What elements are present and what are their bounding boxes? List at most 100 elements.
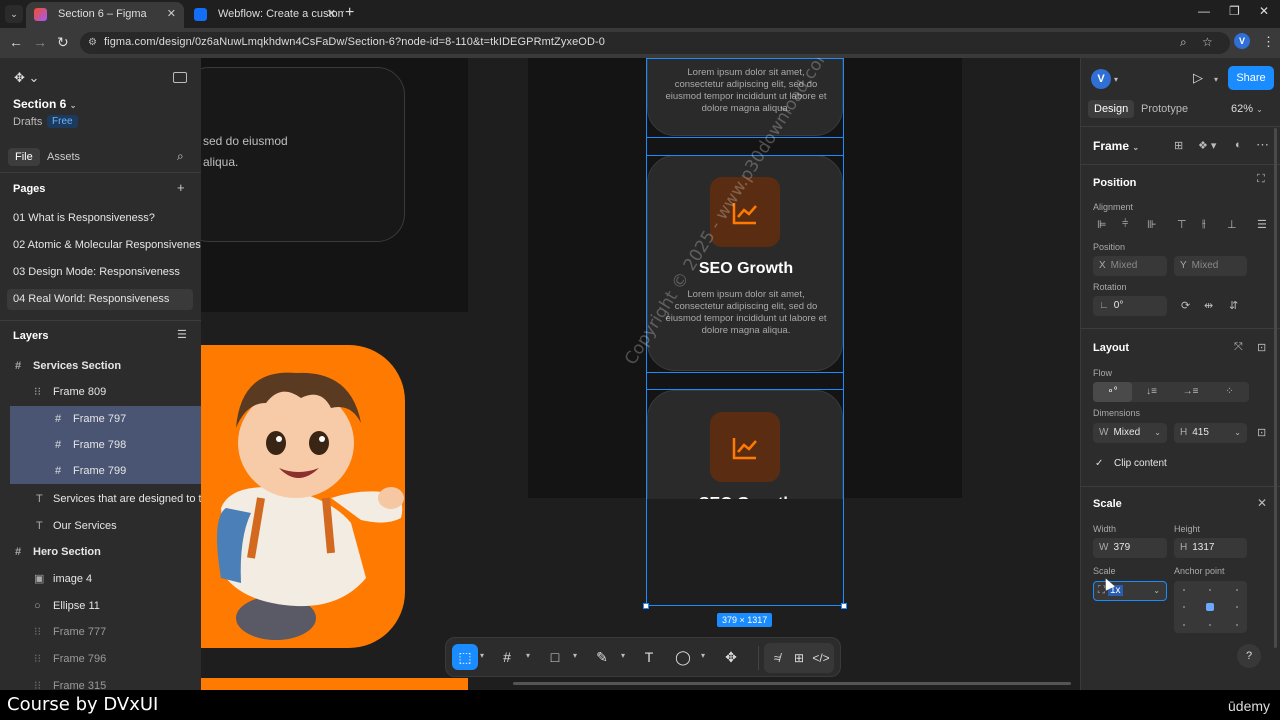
anchor-dot[interactable]: [1183, 606, 1185, 608]
layer-row[interactable]: # Services Section: [0, 353, 201, 379]
tab-figma[interactable]: Section 6 – Figma ✕: [26, 2, 184, 28]
toggle-sidebar-icon[interactable]: [173, 72, 187, 83]
layers-list-icon[interactable]: ☰: [177, 328, 187, 341]
dev-mode-icon[interactable]: </>: [810, 645, 832, 671]
clip-content-checkbox[interactable]: ✓: [1095, 458, 1107, 470]
close-tab-icon[interactable]: ✕: [167, 2, 176, 26]
reload-icon[interactable]: ↻: [57, 34, 69, 51]
file-location[interactable]: Drafts: [13, 116, 42, 128]
chevron-down-icon[interactable]: ▾: [573, 651, 577, 660]
layer-row[interactable]: ⁝⁝ Frame 315: [0, 673, 201, 690]
page-item[interactable]: 03 Design Mode: Responsiveness: [7, 262, 193, 283]
tab-search-icon[interactable]: ⌄: [5, 5, 23, 23]
vertical-scrollbar[interactable]: [1274, 128, 1277, 648]
components-tool-icon[interactable]: ✥: [718, 644, 744, 670]
zoom-level[interactable]: 62% ⌄: [1231, 103, 1263, 115]
align-center-v-icon[interactable]: ⫲: [1202, 218, 1206, 238]
file-title[interactable]: Section 6 ⌄: [13, 97, 76, 111]
pen-tool-icon[interactable]: ✎: [589, 644, 615, 670]
close-window-icon[interactable]: ✕: [1259, 4, 1269, 18]
resize-handle[interactable]: [841, 603, 847, 609]
more-options-icon[interactable]: ⋯: [1256, 137, 1269, 153]
profile-avatar[interactable]: V: [1234, 33, 1250, 49]
layer-row[interactable]: # Hero Section: [0, 539, 201, 565]
tab-design[interactable]: Design: [1088, 100, 1135, 118]
resize-to-fit-icon[interactable]: ⊡: [1257, 426, 1266, 439]
hero-character-image[interactable]: [201, 348, 407, 648]
tab-webflow[interactable]: Webflow: Create a custom web ✕: [186, 2, 344, 28]
grid-icon[interactable]: ⊞: [1174, 139, 1183, 152]
align-bottom-icon[interactable]: ⊥: [1227, 218, 1237, 238]
service-card-partial[interactable]: sed do eiusmod aliqua.: [201, 67, 405, 242]
anchor-point-grid[interactable]: [1174, 581, 1247, 633]
align-center-h-icon[interactable]: ⫩: [1122, 218, 1128, 238]
help-button[interactable]: ?: [1237, 644, 1261, 668]
chevron-down-icon[interactable]: ▾: [1214, 75, 1218, 84]
forward-icon[interactable]: →: [33, 34, 47, 50]
selection-frame[interactable]: [646, 58, 844, 606]
rotation-field[interactable]: ∟ 0°: [1093, 296, 1167, 316]
resize-handle[interactable]: [643, 603, 649, 609]
anchor-dot[interactable]: [1183, 589, 1185, 591]
page-item[interactable]: 01 What is Responsiveness?: [7, 208, 193, 229]
draw-mode-icon[interactable]: ≉: [766, 645, 788, 671]
bookmark-star-icon[interactable]: ☆: [1202, 35, 1213, 49]
anchor-dot[interactable]: [1236, 624, 1238, 626]
chevron-down-icon[interactable]: ▾: [480, 651, 484, 660]
back-icon[interactable]: ←: [9, 34, 23, 50]
flip-vertical-icon[interactable]: ⇵: [1229, 299, 1238, 312]
present-play-icon[interactable]: ▷: [1193, 70, 1203, 86]
constraints-icon[interactable]: ⛶: [1257, 173, 1265, 186]
add-page-icon[interactable]: +: [177, 180, 185, 195]
scale-width-field[interactable]: W 379: [1093, 538, 1167, 558]
minimize-icon[interactable]: —: [1198, 4, 1210, 18]
search-icon[interactable]: ⌕: [177, 149, 184, 164]
tab-file[interactable]: File: [8, 148, 40, 166]
restore-icon[interactable]: ❐: [1229, 4, 1240, 18]
tab-assets[interactable]: Assets: [40, 148, 87, 166]
align-top-icon[interactable]: ⊤: [1177, 218, 1187, 238]
layout-options-icon[interactable]: ⊡: [1257, 341, 1266, 354]
height-field[interactable]: H 415 ⌄: [1174, 423, 1247, 443]
flow-freeform-icon[interactable]: ∘°: [1093, 382, 1132, 402]
collapse-icon[interactable]: ⤧: [1234, 341, 1243, 354]
text-tool-icon[interactable]: T: [636, 644, 662, 670]
align-right-icon[interactable]: ⊪: [1147, 218, 1157, 238]
anchor-dot[interactable]: [1209, 589, 1211, 591]
chevron-down-icon[interactable]: ▾: [701, 651, 705, 660]
anchor-dot[interactable]: [1236, 606, 1238, 608]
layer-row[interactable]: T Services that are designed to targ: [0, 486, 201, 512]
anchor-dot[interactable]: [1183, 624, 1185, 626]
page-item[interactable]: 02 Atomic & Molecular Responsiveness: [7, 235, 201, 256]
layer-row[interactable]: T Our Services: [0, 513, 201, 539]
chevron-down-icon[interactable]: ▾: [526, 651, 530, 660]
design-mode-icon[interactable]: ⊞: [788, 645, 810, 671]
chevron-down-icon[interactable]: ▾: [621, 651, 625, 660]
width-field[interactable]: W Mixed ⌄: [1093, 423, 1167, 443]
figma-menu-icon[interactable]: ✥ ⌄: [14, 70, 39, 86]
align-left-icon[interactable]: ⊫: [1097, 218, 1107, 238]
flow-vertical-icon[interactable]: ↓≡: [1132, 382, 1171, 402]
chevron-down-icon[interactable]: ▾: [1114, 75, 1118, 84]
flow-horizontal-icon[interactable]: →≡: [1171, 382, 1210, 402]
rotate-icon[interactable]: ⟳: [1181, 299, 1190, 312]
browser-menu-icon[interactable]: ⋮: [1262, 34, 1275, 50]
site-info-icon[interactable]: ⚙: [88, 37, 97, 48]
anchor-dot[interactable]: [1209, 624, 1211, 626]
comment-tool-icon[interactable]: ◯: [670, 644, 696, 670]
anchor-dot[interactable]: [1236, 589, 1238, 591]
y-position-field[interactable]: Y Mixed: [1174, 256, 1247, 276]
layer-row-selected[interactable]: # Frame 799: [10, 458, 201, 484]
rectangle-tool-icon[interactable]: □: [542, 644, 568, 670]
selection-type[interactable]: Frame ⌄: [1093, 139, 1139, 153]
layer-row[interactable]: ▣ image 4: [0, 566, 201, 592]
flip-horizontal-icon[interactable]: ⇹: [1204, 299, 1213, 312]
distribute-icon[interactable]: ☰: [1257, 218, 1267, 238]
layer-row[interactable]: ⁝⁝ Frame 777: [0, 619, 201, 645]
url-field[interactable]: ⚙ figma.com/design/0z6aNuwLmqkhdwn4CsFaD…: [80, 32, 1230, 54]
tab-prototype[interactable]: Prototype: [1135, 100, 1194, 118]
component-icon[interactable]: ❖ ▾: [1198, 139, 1216, 152]
anchor-dot-selected[interactable]: [1206, 603, 1214, 611]
horizontal-scrollbar[interactable]: [513, 682, 1071, 685]
page-item-selected[interactable]: 04 Real World: Responsiveness: [7, 289, 193, 310]
